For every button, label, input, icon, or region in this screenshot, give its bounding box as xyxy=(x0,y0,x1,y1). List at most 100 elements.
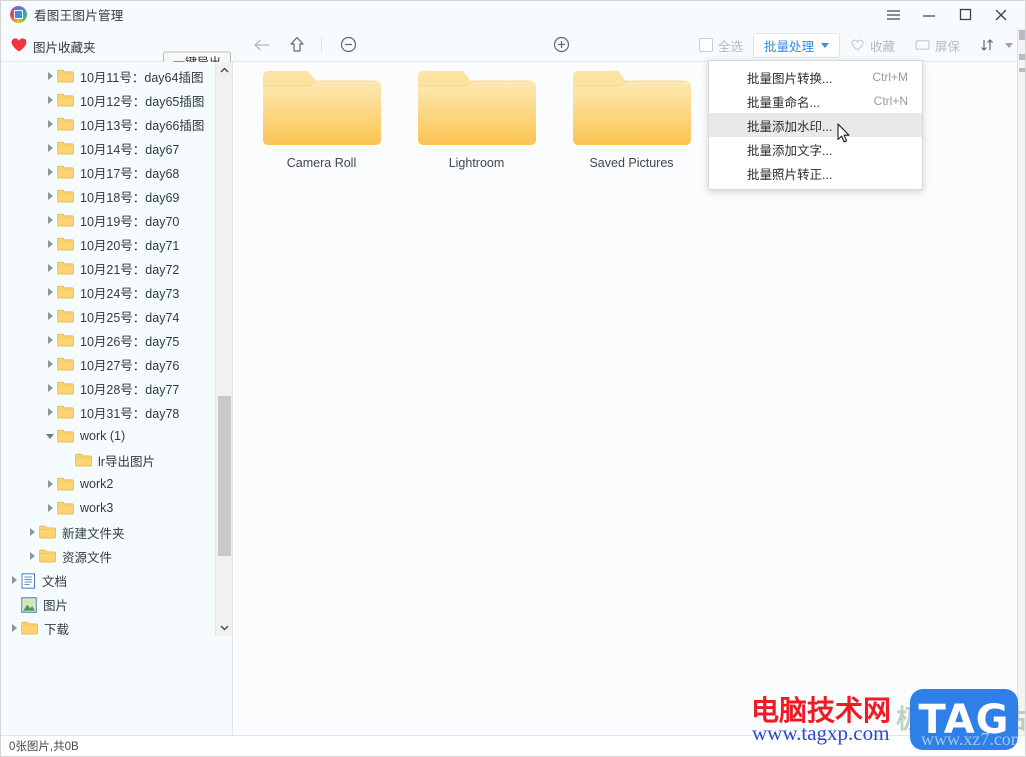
favorites-label: 图片收藏夹 xyxy=(33,41,96,55)
folder-item-label: Lightroom xyxy=(448,156,505,170)
favorite-label: 收藏 xyxy=(869,39,895,54)
select-all-button[interactable]: 全选 xyxy=(689,33,753,57)
scroll-up-icon[interactable] xyxy=(216,62,232,79)
chevron-right-icon[interactable] xyxy=(43,304,57,328)
tree-item[interactable]: 10月13号：day66插图 xyxy=(1,112,215,136)
tree-item[interactable]: 新建文件夹 xyxy=(1,520,215,544)
chevron-right-icon[interactable] xyxy=(7,616,21,640)
zoom-in-icon[interactable] xyxy=(550,34,572,56)
chevron-right-icon[interactable] xyxy=(43,136,57,160)
tree-item[interactable]: 10月24号：day73 xyxy=(1,280,215,304)
tree-item[interactable]: 10月20号：day71 xyxy=(1,232,215,256)
folder-tree: 10月11号：day64插图 10月12号：day65插图 10月13号：day66… xyxy=(1,62,215,640)
tree-item[interactable]: work3 xyxy=(1,496,215,520)
chevron-right-icon[interactable] xyxy=(43,208,57,232)
chevron-right-icon[interactable] xyxy=(43,496,57,520)
tree-item[interactable]: 10月19号：day70 xyxy=(1,208,215,232)
tree-item[interactable]: work (1) xyxy=(1,424,215,448)
tree-item[interactable]: 文档 xyxy=(1,568,215,592)
tree-item[interactable]: 10月31号：day78 xyxy=(1,400,215,424)
folder-item[interactable]: Lightroom xyxy=(399,70,554,170)
folder-icon xyxy=(57,285,74,299)
tree-item[interactable]: 资源文件 xyxy=(1,544,215,568)
menu-item[interactable]: 批量重命名... Ctrl+N xyxy=(709,89,922,113)
close-icon[interactable] xyxy=(983,1,1019,28)
favorite-button[interactable]: 收藏 xyxy=(840,33,905,57)
menu-item[interactable]: 批量添加文字... xyxy=(709,137,922,161)
batch-process-label: 批量处理 xyxy=(763,39,814,54)
folder-item[interactable]: Camera Roll xyxy=(244,70,399,170)
tree-item-label: 10月13号：day66插图 xyxy=(80,118,205,133)
menu-item[interactable]: 批量图片转换... Ctrl+M xyxy=(709,65,922,89)
chevron-right-icon[interactable] xyxy=(25,544,39,568)
menu-item[interactable]: 批量添加水印... xyxy=(709,113,922,137)
chevron-right-icon[interactable] xyxy=(25,520,39,544)
menu-item[interactable]: 批量照片转正... xyxy=(709,161,922,185)
tree-item[interactable]: 10月21号：day72 xyxy=(1,256,215,280)
batch-process-button[interactable]: 批量处理 xyxy=(752,32,840,58)
chevron-right-icon[interactable] xyxy=(43,328,57,352)
tree-item[interactable]: 10月26号：day75 xyxy=(1,328,215,352)
screensaver-button[interactable]: 屏保 xyxy=(905,33,970,57)
picture-icon xyxy=(21,597,37,613)
tree-item[interactable]: lr导出图片 xyxy=(1,448,215,472)
chevron-right-icon[interactable] xyxy=(43,376,57,400)
chevron-right-icon[interactable] xyxy=(43,280,57,304)
arrow-left-icon[interactable] xyxy=(251,34,273,56)
toolbar: 图片收藏夹 一键导出 xyxy=(1,28,1025,83)
tree-item-label: 10月17号：day68 xyxy=(80,166,180,181)
chevron-down-icon[interactable] xyxy=(43,424,57,448)
tree-item-label: 10月28号：day77 xyxy=(80,382,180,397)
tree-item[interactable]: 10月18号：day69 xyxy=(1,184,215,208)
chevron-right-icon[interactable] xyxy=(43,160,57,184)
sort-button[interactable] xyxy=(970,33,1017,57)
tree-item-label: 下载 xyxy=(44,622,70,637)
chevron-right-icon[interactable] xyxy=(43,400,57,424)
window-controls xyxy=(875,1,1025,28)
arrow-up-icon[interactable] xyxy=(286,34,308,56)
scroll-down-icon[interactable] xyxy=(216,619,232,636)
zoom-out-icon[interactable] xyxy=(337,34,359,56)
batch-process-menu[interactable]: 批量图片转换... Ctrl+M 批量重命名... Ctrl+N 批量添加水印... 批量… xyxy=(708,60,923,190)
chevron-right-icon[interactable] xyxy=(43,64,57,88)
tree-item[interactable]: 10月11号：day64插图 xyxy=(1,64,215,88)
tree-item[interactable]: 10月27号：day76 xyxy=(1,352,215,376)
menu-icon[interactable] xyxy=(875,1,911,28)
chevron-right-icon[interactable] xyxy=(43,112,57,136)
folder-icon xyxy=(57,141,74,155)
select-all-checkbox[interactable] xyxy=(698,38,713,52)
maximize-icon[interactable] xyxy=(947,1,983,28)
folder-icon xyxy=(57,189,74,203)
tree-item-label: 10月11号：day64插图 xyxy=(80,70,204,85)
folder-grid: Camera Roll Lightroom Saved Pictures xyxy=(244,70,709,170)
folder-icon xyxy=(57,381,74,395)
tree-item[interactable]: 图片 xyxy=(1,592,215,616)
folder-icon xyxy=(57,93,74,107)
folder-icon xyxy=(57,405,74,419)
folder-item[interactable]: Saved Pictures xyxy=(554,70,709,170)
chevron-right-icon[interactable] xyxy=(43,256,57,280)
tree-item[interactable]: 10月28号：day77 xyxy=(1,376,215,400)
chevron-right-icon[interactable] xyxy=(43,232,57,256)
chevron-right-icon[interactable] xyxy=(43,472,57,496)
chevron-right-icon[interactable] xyxy=(43,88,57,112)
chevron-right-icon[interactable] xyxy=(43,352,57,376)
chevron-right-icon[interactable] xyxy=(43,184,57,208)
tree-item[interactable]: 10月25号：day74 xyxy=(1,304,215,328)
chevron-right-icon[interactable] xyxy=(7,568,21,592)
folder-item-label: Camera Roll xyxy=(286,156,357,170)
tree-item[interactable]: 10月17号：day68 xyxy=(1,160,215,184)
minimize-icon[interactable] xyxy=(911,1,947,28)
tree-item-label: 10月26号：day75 xyxy=(80,334,180,349)
heart-icon xyxy=(10,36,28,54)
folder-icon xyxy=(75,453,92,467)
scrollbar-thumb[interactable] xyxy=(218,396,231,556)
tree-item[interactable]: work2 xyxy=(1,472,215,496)
sidebar-scrollbar[interactable] xyxy=(215,62,232,636)
folder-icon xyxy=(417,70,537,146)
tree-item[interactable]: 下载 xyxy=(1,616,215,640)
tree-item[interactable]: 10月12号：day65插图 xyxy=(1,88,215,112)
tree-item[interactable]: 10月14号：day67 xyxy=(1,136,215,160)
tree-item-label: lr导出图片 xyxy=(98,454,155,469)
